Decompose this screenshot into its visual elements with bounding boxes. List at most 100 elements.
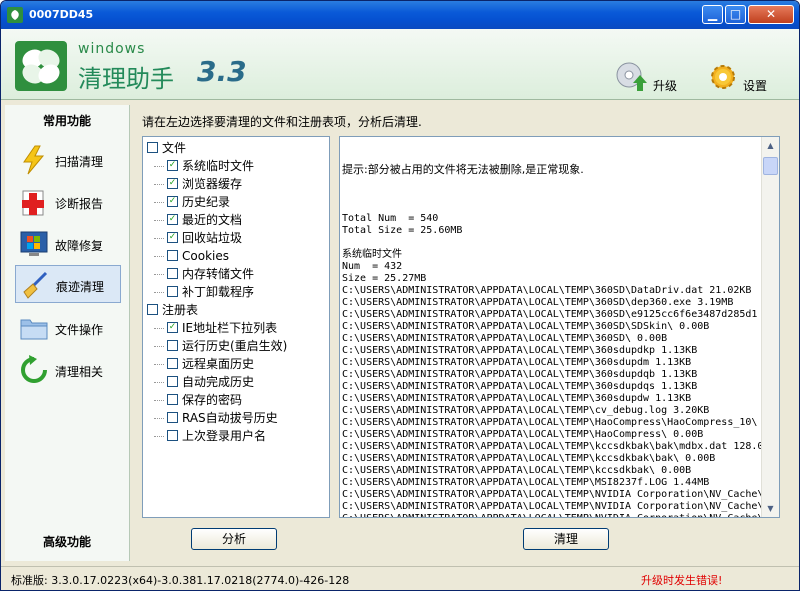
tree-label: 内存转储文件: [182, 267, 255, 281]
log-scrollbar[interactable]: ▲ ▼: [761, 137, 779, 517]
checkbox[interactable]: [167, 268, 178, 279]
scroll-thumb[interactable]: [763, 157, 778, 175]
log-line: C:\USERS\ADMINISTRATOR\APPDATA\LOCAL\TEM…: [342, 501, 762, 512]
checkbox[interactable]: [167, 394, 178, 405]
log-line: C:\USERS\ADMINISTRATOR\APPDATA\LOCAL\TEM…: [342, 321, 710, 332]
tree-connector: [154, 382, 164, 383]
tree-label: 回收站垃圾: [182, 231, 243, 245]
log-text: 提示:部分被占用的文件将无法被删除,是正常现象. Total Num = 540…: [342, 139, 762, 517]
tree-connector: [154, 292, 164, 293]
tree-connector: [154, 256, 164, 257]
lightning-icon: [23, 145, 45, 175]
window-title: 0007DD45: [29, 8, 94, 21]
log-line: C:\USERS\ADMINISTRATOR\APPDATA\LOCAL\TEM…: [342, 513, 762, 517]
instruction-text: 请在左边选择要清理的文件和注册表项，分析后清理.: [142, 115, 422, 129]
app-leaf-icon: [7, 7, 23, 23]
upgrade-button[interactable]: 升级: [615, 61, 685, 95]
log-hint: 提示:部分被占用的文件将无法被删除,是正常现象.: [342, 163, 584, 176]
log-line: C:\USERS\ADMINISTRATOR\APPDATA\LOCAL\TEM…: [342, 489, 762, 500]
tree-label: 保存的密码: [182, 393, 243, 407]
scroll-down-arrow-icon[interactable]: ▼: [763, 501, 778, 516]
scroll-up-arrow-icon[interactable]: ▲: [763, 138, 778, 153]
clean-button[interactable]: 清理: [523, 528, 609, 550]
tree-connector: [154, 238, 164, 239]
log-line: C:\USERS\ADMINISTRATOR\APPDATA\LOCAL\TEM…: [342, 405, 710, 416]
checked-checkbox[interactable]: ✓: [167, 232, 178, 243]
log-line: C:\USERS\ADMINISTRATOR\APPDATA\LOCAL\TEM…: [342, 477, 710, 488]
checkbox[interactable]: [167, 250, 178, 261]
nav-label: 诊断报告: [55, 197, 104, 211]
nav-item-fault-repair[interactable]: 故障修复: [15, 225, 125, 263]
brand-name: 清理助手: [78, 65, 174, 93]
checked-checkbox[interactable]: ✓: [167, 196, 178, 207]
checked-checkbox[interactable]: ✓: [167, 178, 178, 189]
close-button[interactable]: ✕: [748, 5, 794, 24]
tree-connector: [154, 202, 164, 203]
tree-label: 历史纪录: [182, 195, 231, 209]
tree-label: 远程桌面历史: [182, 357, 255, 371]
title-bar[interactable]: 0007DD45 ▁ □ ✕: [1, 1, 799, 29]
brand-windows-text: windows: [78, 41, 146, 57]
nav-label: 故障修复: [55, 239, 104, 253]
tree-label: 系统临时文件: [182, 159, 255, 173]
checked-checkbox[interactable]: ✓: [167, 322, 178, 333]
log-line: C:\USERS\ADMINISTRATOR\APPDATA\LOCAL\TEM…: [342, 441, 762, 452]
tree-connector: [154, 274, 164, 275]
main-window: 0007DD45 ▁ □ ✕ windows 清理助手 3.3 升级 设置 常用…: [0, 0, 800, 591]
tree-label: 上次登录用户名: [182, 429, 267, 443]
tree-label: IE地址栏下拉列表: [182, 321, 278, 335]
windows-icon: [20, 231, 48, 256]
log-line: C:\USERS\ADMINISTRATOR\APPDATA\LOCAL\TEM…: [342, 297, 734, 308]
tree-label: Cookies: [182, 249, 229, 263]
tree-connector: [154, 364, 164, 365]
medical-cross-icon: [22, 190, 44, 216]
folder-icon: [20, 319, 48, 340]
checkbox[interactable]: [167, 340, 178, 351]
nav-item-scan-clean[interactable]: 扫描清理: [15, 141, 125, 179]
tree-connector: [154, 166, 164, 167]
settings-label: 设置: [743, 79, 768, 93]
refresh-icon: [21, 355, 47, 383]
checkbox[interactable]: [167, 412, 178, 423]
nav-item-file-operations[interactable]: 文件操作: [15, 309, 125, 347]
nav-label: 清理相关: [55, 365, 104, 379]
log-line: C:\USERS\ADMINISTRATOR\APPDATA\LOCAL\TEM…: [342, 333, 668, 344]
upgrade-label: 升级: [653, 79, 678, 93]
left-nav: 常用功能 扫描清理 诊断报告 故障修复 痕迹清理 文件操作 清理相关 高级功能: [5, 105, 130, 561]
broom-icon: [23, 271, 48, 299]
checked-checkbox[interactable]: ✓: [167, 160, 178, 171]
tree-connector: [154, 346, 164, 347]
checkbox[interactable]: [167, 286, 178, 297]
log-line: Total Num = 540: [342, 213, 439, 224]
clover-logo-icon: [22, 49, 60, 84]
log-line: Total Size = 25.60MB: [342, 225, 463, 236]
tree-label: 补丁卸载程序: [182, 285, 255, 299]
analyze-button[interactable]: 分析: [191, 528, 277, 550]
log-line: C:\USERS\ADMINISTRATOR\APPDATA\LOCAL\TEM…: [342, 429, 704, 440]
nav-item-trace-clean[interactable]: 痕迹清理: [15, 265, 121, 303]
tree-label: 文件: [162, 141, 187, 155]
upgrade-error-status: 升级时发生错误!: [641, 574, 723, 587]
tree-connector: [154, 400, 164, 401]
nav-item-clean-related[interactable]: 清理相关: [15, 351, 125, 389]
checkbox[interactable]: [167, 376, 178, 387]
checked-checkbox[interactable]: ✓: [167, 214, 178, 225]
minimize-button[interactable]: ▁: [702, 5, 723, 24]
checkbox[interactable]: [147, 304, 158, 315]
tree-connector: [154, 220, 164, 221]
tree-label: 最近的文档: [182, 213, 243, 227]
tree-connector: [154, 184, 164, 185]
advanced-functions-title: 高级功能: [42, 535, 91, 549]
settings-button[interactable]: 设置: [707, 61, 777, 95]
analysis-log[interactable]: 提示:部分被占用的文件将无法被删除,是正常现象. Total Num = 540…: [339, 136, 780, 518]
log-line: Num = 432: [342, 261, 403, 272]
checkbox[interactable]: [167, 358, 178, 369]
log-line: 系统临时文件: [342, 249, 402, 260]
brand-version: 3.3: [197, 55, 247, 88]
tree-label: 自动完成历史: [182, 375, 255, 389]
tree-label: 浏览器缓存: [182, 177, 243, 191]
checkbox[interactable]: [147, 142, 158, 153]
maximize-button[interactable]: □: [725, 5, 746, 24]
checkbox[interactable]: [167, 430, 178, 441]
nav-item-diagnosis-report[interactable]: 诊断报告: [15, 183, 125, 221]
